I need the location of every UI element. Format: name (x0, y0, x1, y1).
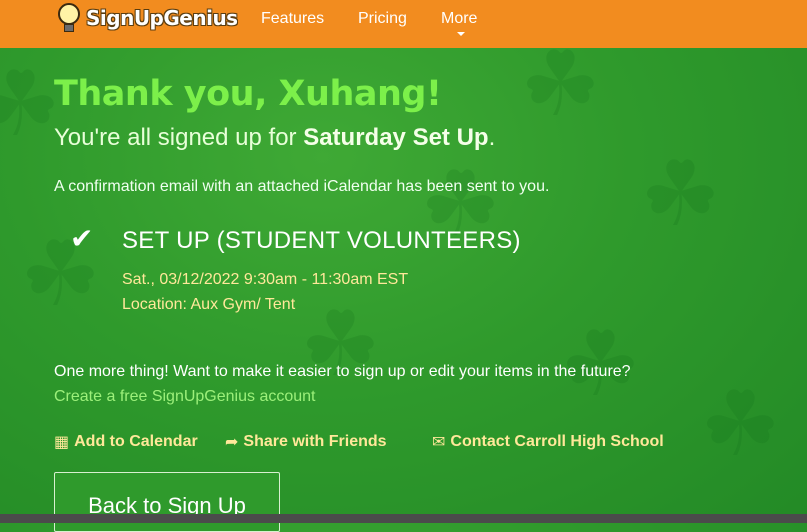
slot-datetime: Sat., 03/12/2022 9:30am - 11:30am EST (122, 271, 409, 288)
clover-decoration: ☘ (700, 372, 781, 477)
add-to-calendar-button[interactable]: ▦ Add to Calendar (54, 432, 198, 451)
thank-you-heading: Thank you, Xuhang! (54, 74, 442, 114)
back-to-signup-button[interactable]: Back to Sign Up (54, 472, 280, 532)
contact-label: Contact Carroll High School (450, 432, 664, 450)
account-prompt-text: One more thing! Want to make it easier t… (54, 363, 631, 380)
logo-text: SignUpGenius (86, 6, 238, 30)
share-with-friends-button[interactable]: ➦ Share with Friends (225, 432, 387, 451)
checkmark-icon: ✔ (70, 222, 94, 255)
sub-suffix: . (488, 124, 496, 151)
contact-organizer-button[interactable]: ✉ Contact Carroll High School (432, 432, 664, 451)
create-account-link[interactable]: Create a free SignUpGenius account (54, 388, 315, 406)
signupgenius-logo[interactable]: SignUpGenius (56, 0, 238, 36)
bottom-bar (0, 514, 807, 523)
clover-decoration: ☘ (520, 32, 601, 137)
sub-prefix: You're all signed up for (54, 124, 304, 151)
nav-features[interactable]: Features (261, 10, 324, 28)
envelope-icon: ✉ (432, 432, 446, 451)
clover-decoration: ☘ (0, 52, 61, 157)
caret-down-icon (457, 32, 465, 36)
nav-more[interactable]: More (441, 10, 478, 36)
add-to-calendar-label: Add to Calendar (74, 432, 198, 450)
nav-more-label: More (441, 10, 478, 27)
nav-pricing[interactable]: Pricing (358, 10, 407, 28)
calendar-icon: ▦ (54, 432, 70, 451)
slot-title: SET UP (STUDENT VOLUNTEERS) (122, 227, 521, 254)
top-navbar: SignUpGenius Features Pricing More (0, 0, 807, 48)
lightbulb-icon (56, 3, 82, 33)
share-label: Share with Friends (243, 432, 387, 450)
signup-confirmation-line: You're all signed up for Saturday Set Up… (54, 124, 495, 152)
signup-name: Saturday Set Up (303, 124, 489, 151)
email-note: A confirmation email with an attached iC… (54, 178, 550, 195)
slot-location: Location: Aux Gym/ Tent (122, 296, 296, 313)
share-arrow-icon: ➦ (225, 432, 239, 451)
clover-decoration: ☘ (640, 142, 721, 247)
